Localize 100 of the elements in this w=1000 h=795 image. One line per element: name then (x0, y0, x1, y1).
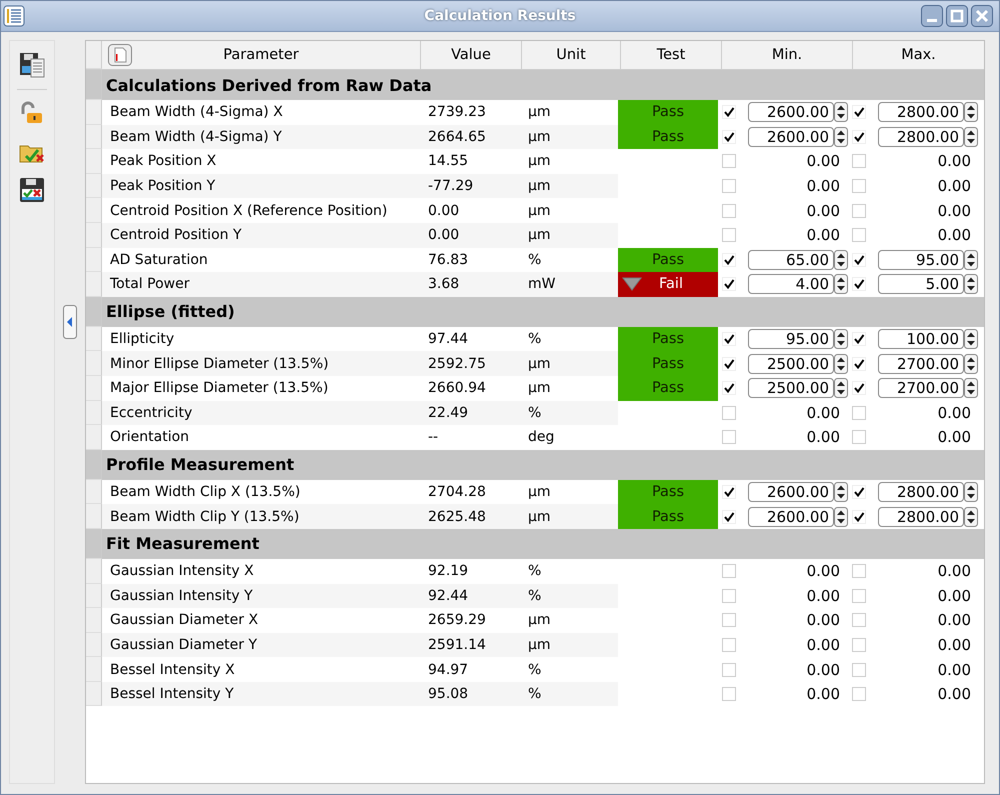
spin-box[interactable]: 2600.00 (748, 102, 834, 122)
spin-box[interactable]: 2800.00 (878, 126, 964, 147)
spin-box[interactable]: 2600.00 (748, 506, 834, 527)
checkbox[interactable] (852, 228, 866, 242)
spin-box[interactable]: 2600.00 (748, 482, 834, 502)
checkbox[interactable] (722, 179, 736, 194)
column-header[interactable]: Value (451, 47, 491, 63)
spin-box[interactable]: 2800.00 (878, 506, 964, 527)
row-header[interactable] (86, 100, 102, 125)
checkbox[interactable] (722, 564, 736, 578)
spin-box[interactable]: 95.00 (878, 250, 964, 270)
spin-arrows-icon[interactable] (964, 354, 978, 374)
spin-box[interactable]: 65.00 (748, 250, 834, 270)
row-header[interactable] (86, 480, 102, 504)
spin-box[interactable]: 95.00 (748, 329, 834, 350)
spin-arrows-icon[interactable] (964, 482, 978, 502)
column-header[interactable]: Max. (901, 47, 936, 63)
spin-box[interactable]: 2500.00 (748, 378, 834, 398)
row-header[interactable] (86, 296, 102, 327)
spin-arrows-icon[interactable] (834, 378, 848, 398)
close-icon[interactable] (971, 5, 993, 27)
row-header[interactable] (86, 528, 102, 559)
checkbox[interactable] (852, 204, 866, 218)
list-icon[interactable] (3, 5, 25, 27)
row-header[interactable] (86, 504, 102, 529)
checkbox[interactable] (852, 564, 866, 578)
spin-box[interactable]: 2700.00 (878, 354, 964, 374)
row-header[interactable] (86, 248, 102, 272)
row-header[interactable] (86, 70, 102, 100)
checkbox[interactable] (722, 662, 736, 677)
spin-arrows-icon[interactable] (964, 506, 978, 527)
spin-box[interactable]: 5.00 (878, 274, 964, 294)
spin-box[interactable]: 100.00 (878, 329, 964, 350)
checkbox[interactable] (852, 179, 866, 194)
checkbox[interactable] (852, 613, 866, 628)
maximize-icon[interactable] (946, 5, 968, 27)
spin-box[interactable]: 2800.00 (878, 482, 964, 502)
spin-arrows-icon[interactable] (834, 482, 848, 502)
spin-arrows-icon[interactable] (834, 102, 848, 122)
row-header[interactable] (86, 425, 102, 450)
spin-arrows-icon[interactable] (964, 250, 978, 270)
checkbox[interactable] (852, 588, 866, 603)
spin-arrows-icon[interactable] (834, 250, 848, 270)
checkbox[interactable] (722, 613, 736, 628)
spin-arrows-icon[interactable] (834, 126, 848, 147)
spin-arrows-icon[interactable] (834, 354, 848, 374)
spin-box[interactable]: 2500.00 (748, 354, 834, 374)
save-check-icon[interactable] (18, 176, 46, 204)
checkbox[interactable] (722, 204, 736, 218)
document-icon[interactable] (108, 44, 132, 66)
row-header[interactable] (86, 149, 102, 174)
spin-arrows-icon[interactable] (964, 126, 978, 147)
spin-arrows-icon[interactable] (834, 506, 848, 527)
spin-arrows-icon[interactable] (834, 274, 848, 294)
checkbox[interactable] (852, 430, 866, 444)
spin-arrows-icon[interactable] (964, 329, 978, 350)
row-header[interactable] (86, 450, 102, 480)
minimize-icon[interactable] (921, 5, 943, 27)
row-header[interactable] (86, 682, 102, 706)
row-header[interactable] (86, 608, 102, 633)
spin-box[interactable]: 2600.00 (748, 126, 834, 147)
column-header[interactable]: Unit (556, 47, 586, 63)
spin-arrows-icon[interactable] (964, 274, 978, 294)
checkbox[interactable] (852, 406, 866, 420)
checkbox[interactable] (722, 588, 736, 603)
row-header[interactable] (86, 351, 102, 376)
row-header[interactable] (86, 400, 102, 426)
spin-box[interactable]: 4.00 (748, 274, 834, 294)
spin-box[interactable]: 2800.00 (878, 102, 964, 122)
checkbox[interactable] (722, 154, 736, 168)
column-header[interactable]: Test (656, 47, 686, 63)
spin-arrows-icon[interactable] (964, 378, 978, 398)
checkbox[interactable] (722, 638, 736, 652)
checkbox[interactable] (852, 154, 866, 168)
spin-box[interactable]: 2700.00 (878, 378, 964, 398)
checkbox[interactable] (722, 406, 736, 420)
limit-value: 0.00 (936, 226, 972, 244)
checkbox[interactable] (852, 638, 866, 652)
spin-arrows-icon[interactable] (834, 329, 848, 350)
row-header[interactable] (86, 632, 102, 658)
row-header[interactable] (86, 174, 102, 198)
row-header[interactable] (86, 376, 102, 401)
row-header[interactable] (86, 657, 102, 682)
row-header[interactable] (86, 584, 102, 608)
row-header[interactable] (86, 198, 102, 223)
spin-arrows-icon[interactable] (964, 102, 978, 122)
column-header[interactable]: Min. (772, 47, 802, 63)
checkbox[interactable] (722, 687, 736, 702)
column-header[interactable]: Parameter (223, 47, 299, 63)
row-header[interactable] (86, 222, 102, 248)
checkbox[interactable] (722, 430, 736, 444)
row-header[interactable] (86, 558, 102, 584)
collapse-button[interactable] (62, 305, 77, 339)
checkbox[interactable] (852, 662, 866, 677)
row-header[interactable] (86, 272, 102, 297)
checkbox[interactable] (852, 687, 866, 702)
save-report-icon[interactable] (18, 51, 46, 79)
row-header[interactable] (86, 326, 102, 352)
row-header[interactable] (86, 124, 102, 150)
checkbox[interactable] (722, 228, 736, 242)
